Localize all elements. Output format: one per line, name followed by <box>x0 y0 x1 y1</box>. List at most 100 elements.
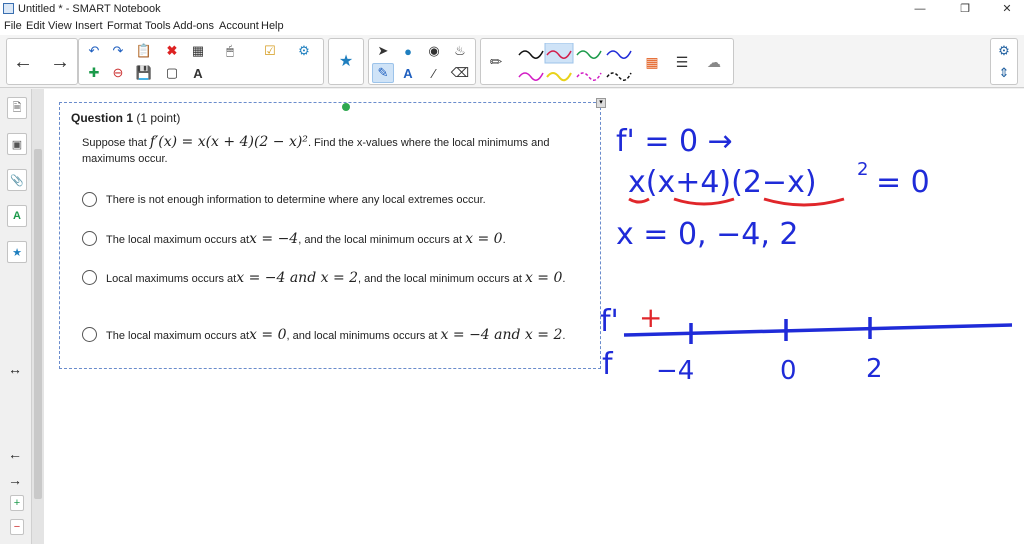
pen-presets[interactable] <box>517 43 637 83</box>
fill-effect-icon[interactable]: ☁ <box>703 52 725 72</box>
option-mid: , and the local minimum occurs at <box>358 273 525 285</box>
line-style-icon[interactable]: ☰ <box>671 52 693 72</box>
pen-group: ✏ ▦ ☰ ☁ <box>480 38 734 85</box>
add-page-icon[interactable]: ✚ <box>83 63 105 83</box>
radio-button[interactable] <box>82 270 97 285</box>
menu-edit[interactable]: Edit <box>26 20 45 32</box>
menu-file[interactable]: File <box>4 20 22 32</box>
pen-icon[interactable]: ✏ <box>485 52 507 72</box>
prev-page-icon[interactable]: ← <box>8 446 22 462</box>
option-mid: , and the local minimum occurs at <box>298 234 466 246</box>
menu-tools[interactable]: Tools <box>145 20 171 32</box>
lesson-group: ★ <box>328 38 364 85</box>
paste-icon[interactable]: 📋 <box>133 41 155 61</box>
ink-tick-label-2: 2 <box>866 354 883 384</box>
handwriting-ink[interactable]: f' = 0 → x(x+4)(2−x) 2 = 0 x = 0, −4, 2 … <box>594 89 1024 389</box>
redo-icon[interactable]: ↷ <box>107 41 129 61</box>
ink-line-3: x = 0, −4, 2 <box>616 217 799 252</box>
menu-view[interactable]: View <box>48 20 72 32</box>
toolbar: ← → ↶ ↷ 📋 ✖ ▦ 🖱 ☑ ⚙ ✚ ⊖ 💾 ▢ A ★ ➤ ● ◉ ♨ … <box>0 35 1024 88</box>
delete-icon[interactable]: ✖ <box>161 41 183 61</box>
forward-arrow-icon[interactable]: → <box>49 51 71 73</box>
display-icon[interactable]: ▢ <box>161 63 183 83</box>
option-text: There is not enough information to deter… <box>106 192 586 208</box>
option-math2: x = −4 and x = 2 <box>440 327 563 343</box>
screen-capture-icon[interactable]: 🖱 <box>219 41 241 61</box>
rotate-handle[interactable] <box>342 103 350 111</box>
notebook-canvas[interactable]: Question 1 (1 point) Suppose that f′(x) … <box>44 89 1024 544</box>
ink-tick-label-neg4: −4 <box>656 356 694 386</box>
scroll-thumb[interactable] <box>34 149 42 499</box>
resize-sidebar-icon[interactable]: ↔ <box>8 361 22 377</box>
option-text: The local maximum occurs atx = 0, and lo… <box>106 327 586 344</box>
page-sorter-icon[interactable]: 🗎 <box>7 97 27 119</box>
addons-sidebar-icon[interactable]: ★ <box>7 241 27 263</box>
ink-number-line <box>623 323 1013 337</box>
title-bar: Untitled * - SMART Notebook — ❐ ✕ <box>0 0 1024 18</box>
option-math1: x = −4 <box>249 231 299 247</box>
move-toolbar-icon[interactable]: ⇕ <box>993 63 1015 83</box>
fill-icon[interactable]: ◉ <box>423 41 445 61</box>
ink-f-label: f <box>602 347 614 382</box>
edit-group: ↶ ↷ 📋 ✖ ▦ 🖱 ☑ ⚙ ✚ ⊖ 💾 ▢ A <box>78 38 324 85</box>
gallery-icon[interactable]: ▣ <box>7 133 27 155</box>
option-post: . <box>502 234 506 246</box>
paint-bucket-icon[interactable]: ♨ <box>449 41 471 61</box>
radio-button[interactable] <box>82 231 97 246</box>
menu-account[interactable]: Account <box>219 20 259 32</box>
add-page-small-icon[interactable]: + <box>10 495 24 511</box>
table-icon[interactable]: ▦ <box>187 41 209 61</box>
option-pre: Local maximums occurs at <box>106 273 237 285</box>
option-post: . <box>562 273 566 285</box>
question-prompt: Suppose that f′(x) = x(x + 4)(2 − x)². F… <box>82 134 587 167</box>
radio-button[interactable] <box>82 327 97 342</box>
menu-help[interactable]: Help <box>261 20 284 32</box>
text-format-icon[interactable]: A <box>187 63 209 83</box>
option-mid: , and local minimums occurs at <box>286 330 441 342</box>
option-pre: The local maximum occurs at <box>106 330 250 342</box>
menu-insert[interactable]: Insert <box>75 20 103 32</box>
attachments-icon[interactable]: 📎 <box>7 169 27 191</box>
eraser-icon[interactable]: ⌫ <box>449 63 471 83</box>
restore-button[interactable]: ❐ <box>950 2 980 16</box>
settings-group: ⚙ ⇕ <box>990 38 1018 85</box>
shapes-icon[interactable]: ● <box>397 41 419 61</box>
ink-fprime-label: f' <box>600 304 619 339</box>
menu-bar: File Edit View Insert Format Tools Add-o… <box>0 18 1024 35</box>
close-button[interactable]: ✕ <box>992 2 1022 16</box>
text-tool-icon[interactable]: A <box>397 63 419 83</box>
radio-button[interactable] <box>82 192 97 207</box>
color-palette-icon[interactable]: ▦ <box>641 52 663 72</box>
line-tool-icon[interactable]: ∕ <box>423 63 445 83</box>
option-pre: There is not enough information to deter… <box>106 194 486 206</box>
question-title: Question 1 (1 point) <box>71 111 180 125</box>
option-math1: x = −4 and x = 2 <box>236 270 359 286</box>
back-arrow-icon[interactable]: ← <box>12 51 34 73</box>
activity-icon[interactable]: ☑ <box>259 41 281 61</box>
delete-page-icon[interactable]: ⊖ <box>107 63 129 83</box>
save-icon[interactable]: 💾 <box>133 63 155 83</box>
delete-page-small-icon[interactable]: − <box>10 519 24 535</box>
next-page-icon[interactable]: → <box>8 472 22 488</box>
sidebar-scrollbar[interactable] <box>32 89 44 544</box>
option-text: Local maximums occurs atx = −4 and x = 2… <box>106 270 586 287</box>
select-pointer-icon[interactable]: ➤ <box>372 41 394 61</box>
undo-icon[interactable]: ↶ <box>83 41 105 61</box>
lesson-activity-icon[interactable]: ★ <box>335 51 357 71</box>
question-number: Question 1 <box>71 111 134 125</box>
option-math1: x = 0 <box>249 327 287 343</box>
gear-icon[interactable]: ⚙ <box>993 41 1015 61</box>
tools-group: ➤ ● ◉ ♨ ✎ A ∕ ⌫ <box>368 38 476 85</box>
question-image[interactable]: Question 1 (1 point) Suppose that f′(x) … <box>59 102 601 369</box>
option-text: The local maximum occurs atx = −4, and t… <box>106 231 586 248</box>
ink-plus-sign: + <box>639 301 662 334</box>
addon-icon[interactable]: ⚙ <box>293 41 315 61</box>
pens-icon[interactable]: ✎ <box>372 63 394 83</box>
ink-tick-label-0: 0 <box>780 356 797 386</box>
option-pre: The local maximum occurs at <box>106 234 250 246</box>
minimize-button[interactable]: — <box>905 2 935 16</box>
menu-format[interactable]: Format <box>107 20 142 32</box>
menu-addons[interactable]: Add-ons <box>173 20 214 32</box>
properties-icon[interactable]: A <box>7 205 27 227</box>
ink-line-2-exponent: 2 <box>857 159 868 180</box>
